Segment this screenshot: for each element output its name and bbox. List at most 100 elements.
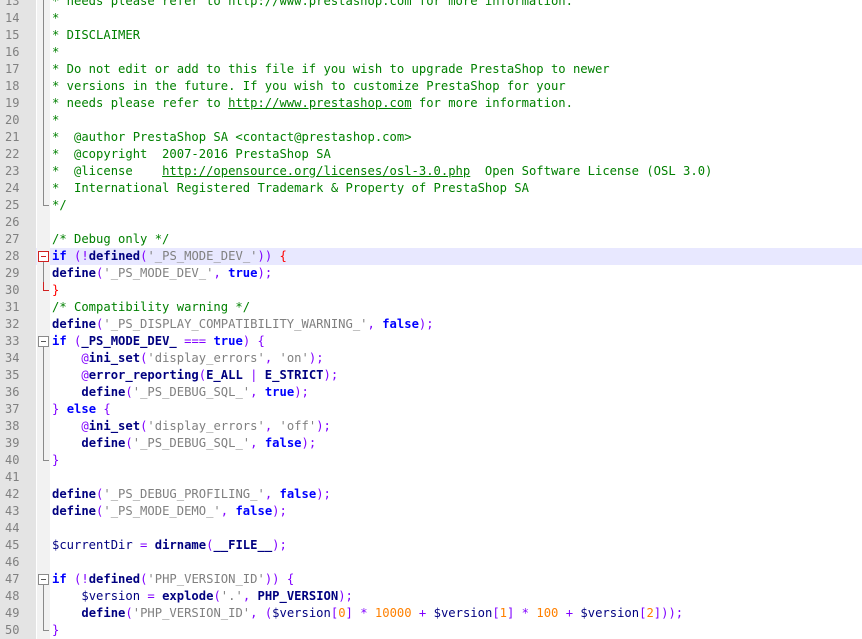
code-text[interactable]: define('PHP_VERSION_ID', ($version[0] * …	[52, 605, 683, 622]
code-line[interactable]: 45 $currentDir = dirname(__FILE__);	[0, 537, 862, 554]
code-text[interactable]: $currentDir = dirname(__FILE__);	[52, 537, 287, 554]
code-line[interactable]: 47 if (!defined('PHP_VERSION_ID')) {	[0, 571, 862, 588]
code-line[interactable]: 32 define('_PS_DISPLAY_COMPATIBILITY_WARN…	[0, 316, 862, 333]
code-line[interactable]: 33 if (_PS_MODE_DEV_ === true) {	[0, 333, 862, 350]
fold-collapse-icon[interactable]	[37, 248, 50, 265]
code-text[interactable]: if (!defined('PHP_VERSION_ID')) {	[52, 571, 294, 588]
code-line[interactable]: 27 /* Debug only */	[0, 231, 862, 248]
code-text[interactable]: define('_PS_DEBUG_PROFILING_', false);	[52, 486, 331, 503]
code-text[interactable]: define('_PS_MODE_DEMO_', false);	[52, 503, 287, 520]
code-line[interactable]: 34 @ini_set('display_errors', 'on');	[0, 350, 862, 367]
fold-margin	[37, 316, 50, 333]
code-line[interactable]: 18 * versions in the future. If you wish …	[0, 78, 862, 95]
code-text[interactable]: define('_PS_DEBUG_SQL_', false);	[52, 435, 316, 452]
code-line[interactable]: 16 *	[0, 44, 862, 61]
fold-collapse-icon[interactable]	[37, 333, 50, 350]
code-line[interactable]: 48 $version = explode('.', PHP_VERSION);	[0, 588, 862, 605]
code-link[interactable]: http://www.prestashop.com	[228, 96, 411, 110]
code-text[interactable]: * Do not edit or add to this file if you…	[52, 61, 610, 78]
code-text[interactable]: $version = explode('.', PHP_VERSION);	[52, 588, 353, 605]
code-text[interactable]: * @author PrestaShop SA <contact@prestas…	[52, 129, 412, 146]
line-number: 41	[0, 469, 36, 486]
fold-collapse-icon[interactable]	[37, 571, 50, 588]
code-text[interactable]: define('_PS_DEBUG_SQL_', true);	[52, 384, 309, 401]
code-line[interactable]: 39 define('_PS_DEBUG_SQL_', false);	[0, 435, 862, 452]
code-text[interactable]: * @copyright 2007-2016 PrestaShop SA	[52, 146, 331, 163]
code-text[interactable]: *	[52, 44, 59, 61]
code-text[interactable]: }	[52, 452, 59, 469]
code-line[interactable]: 50}	[0, 622, 862, 639]
code-line[interactable]: 29 define('_PS_MODE_DEV_', true);	[0, 265, 862, 282]
code-line[interactable]: 14 *	[0, 10, 862, 27]
code-token: * needs please refer to http://www.prest…	[52, 0, 573, 8]
code-line[interactable]: 23 * @license http://opensource.org/licen…	[0, 163, 862, 180]
fold-margin	[37, 537, 50, 554]
code-line[interactable]: 37} else {	[0, 401, 862, 418]
code-line[interactable]: 26	[0, 214, 862, 231]
code-token: ,	[250, 385, 265, 399]
code-line[interactable]: 22 * @copyright 2007-2016 PrestaShop SA	[0, 146, 862, 163]
code-editor[interactable]: 13 * needs please refer to http://www.pre…	[0, 0, 862, 639]
code-text[interactable]: }	[52, 622, 59, 639]
code-line[interactable]: 30}	[0, 282, 862, 299]
code-line[interactable]: 38 @ini_set('display_errors', 'off');	[0, 418, 862, 435]
code-text[interactable]: * versions in the future. If you wish to…	[52, 78, 566, 95]
code-text[interactable]: @ini_set('display_errors', 'off');	[52, 418, 331, 435]
code-line[interactable]: 49 define('PHP_VERSION_ID', ($version[0]…	[0, 605, 862, 622]
code-line[interactable]: 28 if (!defined('_PS_MODE_DEV_')) {	[0, 248, 862, 265]
code-text[interactable]: }	[52, 282, 59, 299]
code-text[interactable]: *	[52, 112, 59, 129]
code-line[interactable]: 15 * DISCLAIMER	[0, 27, 862, 44]
code-text[interactable]: * needs please refer to http://www.prest…	[52, 95, 573, 112]
line-number: 30	[0, 282, 36, 299]
line-number: 15	[0, 27, 36, 44]
code-text[interactable]: if (!defined('_PS_MODE_DEV_')) {	[52, 248, 287, 265]
code-line[interactable]: 35 @error_reporting(E_ALL | E_STRICT);	[0, 367, 862, 384]
code-token: * needs please refer to	[52, 96, 229, 110]
code-line[interactable]: 19 * needs please refer to http://www.pre…	[0, 95, 862, 112]
code-text[interactable]: @ini_set('display_errors', 'on');	[52, 350, 323, 367]
code-token: define	[81, 436, 126, 450]
code-line[interactable]: 31 /* Compatibility warning */	[0, 299, 862, 316]
code-text[interactable]: * DISCLAIMER	[52, 27, 140, 44]
line-number: 38	[0, 418, 36, 435]
code-token: ] *	[507, 606, 537, 620]
code-line[interactable]: 42 define('_PS_DEBUG_PROFILING_', false);	[0, 486, 862, 503]
code-text[interactable]: /* Debug only */	[52, 231, 169, 248]
code-text[interactable]: */	[52, 197, 67, 214]
code-text[interactable]: @error_reporting(E_ALL | E_STRICT);	[52, 367, 338, 384]
code-text[interactable]: * @license http://opensource.org/license…	[52, 163, 712, 180]
code-token: define	[52, 317, 97, 331]
code-text[interactable]: /* Compatibility warning */	[52, 299, 250, 316]
code-text[interactable]: * needs please refer to http://www.prest…	[52, 0, 573, 10]
code-line[interactable]: 24 * International Registered Trademark &…	[0, 180, 862, 197]
code-text[interactable]: define('_PS_DISPLAY_COMPATIBILITY_WARNIN…	[52, 316, 434, 333]
fold-margin	[37, 299, 50, 316]
fold-guide	[37, 163, 50, 180]
code-line[interactable]: 36 define('_PS_DEBUG_SQL_', true);	[0, 384, 862, 401]
code-line[interactable]: 43 define('_PS_MODE_DEMO_', false);	[0, 503, 862, 520]
line-number: 46	[0, 554, 36, 571]
line-number: 25	[0, 197, 36, 214]
code-line[interactable]: 17 * Do not edit or add to this file if y…	[0, 61, 862, 78]
code-text[interactable]: * International Registered Trademark & P…	[52, 180, 529, 197]
code-line[interactable]: 21 * @author PrestaShop SA <contact@prest…	[0, 129, 862, 146]
code-line[interactable]: 46	[0, 554, 862, 571]
code-line[interactable]: 25 */	[0, 197, 862, 214]
code-line[interactable]: 20 *	[0, 112, 862, 129]
code-line[interactable]: 44	[0, 520, 862, 537]
code-text[interactable]: *	[52, 10, 59, 27]
code-text[interactable]: define('_PS_MODE_DEV_', true);	[52, 265, 272, 282]
code-link[interactable]: http://opensource.org/licenses/osl-3.0.p…	[162, 164, 470, 178]
code-token: 'PHP_VERSION_ID'	[132, 606, 251, 620]
code-line[interactable]: 40}	[0, 452, 862, 469]
code-token: )) {	[264, 572, 295, 586]
code-token: '_PS_DEBUG_SQL_'	[132, 385, 251, 399]
code-line[interactable]: 41	[0, 469, 862, 486]
code-text[interactable]: if (_PS_MODE_DEV_ === true) {	[52, 333, 265, 350]
code-text[interactable]: } else {	[52, 401, 111, 418]
code-line[interactable]: 13 * needs please refer to http://www.pre…	[0, 0, 862, 10]
code-token: * versions in the future. If you wish to…	[52, 79, 566, 93]
line-number: 26	[0, 214, 36, 231]
